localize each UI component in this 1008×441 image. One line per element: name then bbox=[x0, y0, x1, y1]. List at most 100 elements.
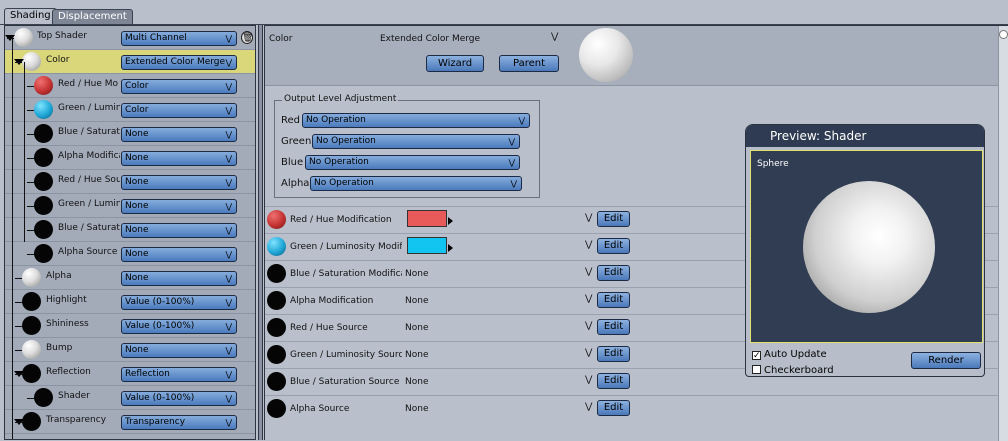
tree-node[interactable]: Alpha Source None ⋁ bbox=[5, 242, 255, 266]
edit-button[interactable]: Edit bbox=[597, 400, 630, 416]
swatch-menu-icon[interactable] bbox=[448, 244, 453, 252]
tree-node[interactable]: Highlight Value (0-100%) ⋁ bbox=[5, 290, 255, 314]
tree-node[interactable]: Bump None ⋁ bbox=[5, 338, 255, 362]
node-type-dropdown[interactable]: Multi Channel ⋁ bbox=[121, 31, 237, 46]
chevron-down-icon[interactable]: ⋁ bbox=[225, 272, 232, 285]
node-type-label[interactable]: Extended Color Merge bbox=[380, 34, 480, 44]
double-chevron-down-icon[interactable]: ⋁ bbox=[585, 321, 592, 331]
node-type-dropdown[interactable]: None ⋁ bbox=[121, 223, 237, 238]
chevron-down-icon[interactable]: ⋁ bbox=[225, 224, 232, 237]
tree-node[interactable]: Blue / Saturati None ⋁ bbox=[5, 218, 255, 242]
node-type-dropdown[interactable]: Value (0-100%) ⋁ bbox=[121, 319, 237, 334]
chevron-down-icon[interactable]: ⋁ bbox=[225, 128, 232, 141]
chevron-down-icon[interactable]: ⋁ bbox=[225, 296, 232, 309]
node-type-dropdown[interactable]: None ⋁ bbox=[121, 199, 237, 214]
tab-displacement[interactable]: Displacement bbox=[52, 9, 133, 24]
chevron-down-icon[interactable]: ⋁ bbox=[225, 392, 232, 405]
checkerboard-check-icon[interactable] bbox=[752, 365, 761, 374]
tree-node[interactable]: Green / Lumin None ⋁ bbox=[5, 194, 255, 218]
tree-node[interactable]: Alpha None ⋁ bbox=[5, 266, 255, 290]
tree-node[interactable]: Color Extended Color Merge ⋁ bbox=[5, 50, 255, 74]
edit-button[interactable]: Edit bbox=[597, 346, 630, 362]
tree-node[interactable]: Transparency Transparency ⋁ bbox=[5, 410, 255, 434]
node-type-dropdown[interactable]: Value (0-100%) ⋁ bbox=[121, 391, 237, 406]
chevron-down-icon[interactable]: ⋁ bbox=[225, 416, 232, 429]
double-chevron-down-icon[interactable]: ⋁ bbox=[585, 240, 592, 250]
node-type-dropdown[interactable]: Color ⋁ bbox=[121, 103, 237, 118]
scrollbar[interactable] bbox=[998, 26, 1008, 441]
double-chevron-down-icon[interactable]: ⋁ bbox=[585, 213, 592, 223]
node-type-value: Value (0-100%) bbox=[125, 393, 195, 403]
chevron-down-icon[interactable]: ⋁ bbox=[510, 177, 517, 190]
node-type-dropdown[interactable]: None ⋁ bbox=[121, 343, 237, 358]
color-swatch[interactable] bbox=[407, 210, 447, 227]
node-type-dropdown[interactable]: Transparency ⋁ bbox=[121, 415, 237, 430]
node-type-dropdown[interactable]: None ⋁ bbox=[121, 127, 237, 142]
double-chevron-down-icon[interactable]: ⋁ bbox=[585, 267, 592, 277]
chevron-down-icon[interactable]: ⋁ bbox=[518, 114, 525, 127]
double-chevron-down-icon[interactable]: ⋁ bbox=[585, 402, 592, 412]
edit-button[interactable]: Edit bbox=[597, 373, 630, 389]
chevron-down-icon[interactable]: ⋁ bbox=[225, 104, 232, 117]
tree-node[interactable]: Blue / Saturati None ⋁ bbox=[5, 122, 255, 146]
chevron-down-icon[interactable]: ⋁ bbox=[508, 135, 515, 148]
chevron-down-icon[interactable]: ⋁ bbox=[225, 248, 232, 261]
tree-node[interactable]: Reflection Reflection ⋁ bbox=[5, 362, 255, 386]
auto-update-checkbox[interactable]: ✓ Auto Update bbox=[752, 349, 827, 361]
swatch-menu-icon[interactable] bbox=[448, 217, 453, 225]
preview-viewport[interactable]: Sphere bbox=[750, 150, 983, 343]
output-level-dropdown[interactable]: No Operation ⋁ bbox=[312, 134, 520, 149]
node-type-dropdown[interactable]: None ⋁ bbox=[121, 271, 237, 286]
output-level-dropdown[interactable]: No Operation ⋁ bbox=[302, 113, 530, 128]
tree-node[interactable]: Alpha Modifica None ⋁ bbox=[5, 146, 255, 170]
tree-node[interactable]: Green / Lumin Color ⋁ bbox=[5, 98, 255, 122]
chevron-down-icon[interactable]: ⋁ bbox=[225, 320, 232, 333]
edit-button[interactable]: Edit bbox=[597, 319, 630, 335]
trash-icon[interactable]: 🗑 bbox=[241, 31, 253, 44]
checkerboard-checkbox[interactable]: Checkerboard bbox=[752, 365, 834, 376]
double-chevron-down-icon[interactable]: ⋁ bbox=[585, 375, 592, 385]
panel-splitter[interactable] bbox=[258, 25, 263, 440]
chevron-down-icon[interactable]: ⋁ bbox=[225, 152, 232, 165]
chevron-down-icon[interactable]: ⋁ bbox=[508, 156, 515, 169]
node-type-dropdown[interactable]: None ⋁ bbox=[121, 151, 237, 166]
edit-button[interactable]: Edit bbox=[597, 211, 630, 227]
tree-node[interactable]: Shininess Value (0-100%) ⋁ bbox=[5, 314, 255, 338]
chevron-down-icon[interactable]: ⋁ bbox=[225, 200, 232, 213]
chevron-down-icon[interactable]: ⋁ bbox=[225, 56, 232, 69]
node-type-dropdown[interactable]: Value (0-100%) ⋁ bbox=[121, 295, 237, 310]
wizard-button[interactable]: Wizard bbox=[426, 55, 484, 72]
node-type-dropdown[interactable]: Color ⋁ bbox=[121, 79, 237, 94]
color-swatch[interactable] bbox=[407, 237, 447, 254]
auto-update-check-icon[interactable]: ✓ bbox=[752, 351, 761, 361]
tree-node[interactable]: Shader Value (0-100%) ⋁ bbox=[5, 386, 255, 410]
scroll-knob[interactable] bbox=[999, 30, 1008, 39]
output-level-dropdown[interactable]: No Operation ⋁ bbox=[305, 155, 520, 170]
double-chevron-down-icon[interactable]: ⋁ bbox=[551, 32, 558, 42]
node-type-dropdown[interactable]: None ⋁ bbox=[121, 175, 237, 190]
edit-button[interactable]: Edit bbox=[597, 292, 630, 308]
edit-button[interactable]: Edit bbox=[597, 238, 630, 254]
shader-tree-panel: Top Shader Multi Channel ⋁ 🗑 Color Extended C… bbox=[4, 25, 256, 440]
render-button[interactable]: Render bbox=[911, 352, 981, 369]
node-type-dropdown[interactable]: None ⋁ bbox=[121, 247, 237, 262]
output-level-dropdown[interactable]: No Operation ⋁ bbox=[310, 176, 522, 191]
node-type-dropdown[interactable]: Extended Color Merge ⋁ bbox=[121, 55, 237, 70]
chevron-down-icon[interactable]: ⋁ bbox=[225, 80, 232, 93]
chevron-down-icon[interactable]: ⋁ bbox=[225, 368, 232, 381]
chevron-down-icon[interactable]: ⋁ bbox=[225, 32, 232, 45]
preview-object-label[interactable]: Sphere bbox=[757, 159, 789, 169]
node-type-dropdown[interactable]: Reflection ⋁ bbox=[121, 367, 237, 382]
tree-node[interactable]: Red / Hue Mo Color ⋁ bbox=[5, 74, 255, 98]
double-chevron-down-icon[interactable]: ⋁ bbox=[585, 294, 592, 304]
tree-node[interactable]: Red / Hue Sou None ⋁ bbox=[5, 170, 255, 194]
chevron-down-icon[interactable]: ⋁ bbox=[225, 176, 232, 189]
parent-button[interactable]: Parent bbox=[499, 55, 559, 72]
double-chevron-down-icon[interactable]: ⋁ bbox=[585, 348, 592, 358]
edit-button[interactable]: Edit bbox=[597, 265, 630, 281]
operation-ball-icon bbox=[267, 372, 286, 391]
chevron-down-icon[interactable]: ⋁ bbox=[225, 344, 232, 357]
tab-shading[interactable]: Shading bbox=[4, 8, 57, 25]
tree-node[interactable]: Top Shader Multi Channel ⋁ 🗑 bbox=[5, 26, 255, 50]
node-ball-icon bbox=[34, 196, 53, 215]
